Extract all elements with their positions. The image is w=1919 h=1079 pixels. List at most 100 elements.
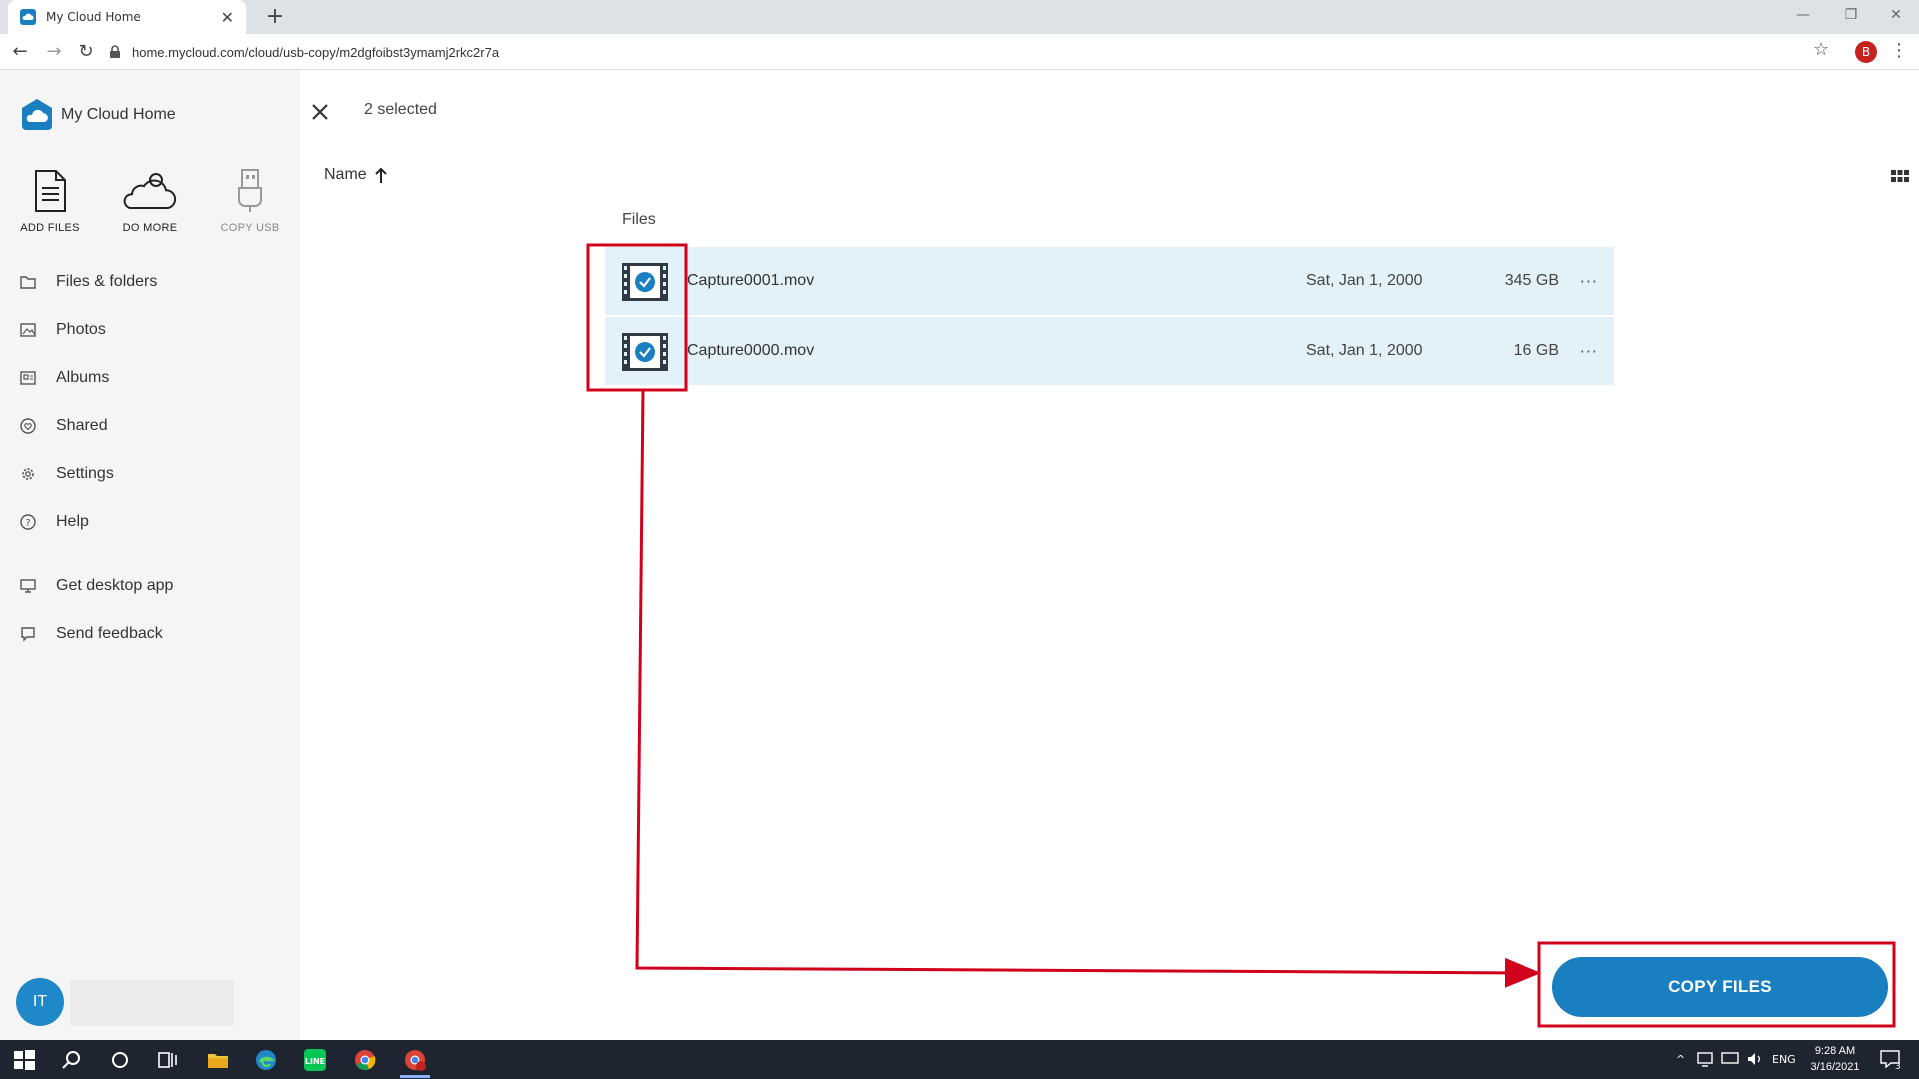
copy-usb-button[interactable]: COPY USB	[200, 168, 300, 234]
help-icon: ?	[20, 514, 36, 530]
close-selection-icon[interactable]	[306, 98, 334, 126]
sidebar-item-files-folders[interactable]: Files & folders	[20, 267, 157, 297]
files-heading: Files	[622, 211, 656, 228]
do-more-label: DO MORE	[122, 222, 178, 234]
shared-heart-icon	[20, 418, 36, 434]
more-options-icon[interactable]: ···	[1580, 342, 1598, 361]
line-app-icon[interactable]: LINE	[303, 1048, 327, 1072]
volume-icon[interactable]	[1745, 1049, 1765, 1069]
sidebar-item-label: Get desktop app	[56, 577, 174, 594]
file-size: 16 GB	[1513, 342, 1559, 359]
new-tab-icon[interactable]: +	[262, 4, 288, 30]
search-icon[interactable]	[60, 1048, 84, 1072]
album-icon	[20, 371, 36, 385]
video-file-selected-icon[interactable]	[622, 263, 668, 301]
arrow-up-icon	[374, 167, 387, 183]
reload-icon[interactable]: ↻	[74, 40, 98, 64]
task-view-icon[interactable]	[156, 1048, 180, 1072]
network-icon[interactable]	[1696, 1049, 1716, 1069]
sidebar-item-label: Photos	[56, 321, 106, 338]
file-explorer-icon[interactable]	[206, 1048, 230, 1072]
add-files-label: ADD FILES	[20, 222, 80, 234]
restore-icon[interactable]: ❐	[1828, 0, 1874, 30]
tray-chevron-icon[interactable]: ^	[1676, 1040, 1685, 1079]
minimize-icon[interactable]: —	[1780, 0, 1826, 30]
selected-count: 2 selected	[364, 101, 437, 118]
edge-browser-icon[interactable]	[254, 1048, 278, 1072]
mycloud-logo-icon	[22, 99, 52, 130]
usb-icon	[238, 169, 262, 212]
window-close-icon[interactable]: ✕	[1873, 0, 1919, 30]
bookmark-star-icon[interactable]: ☆	[1813, 39, 1829, 60]
feedback-icon	[21, 627, 35, 642]
sidebar-item-label: Help	[56, 513, 89, 530]
annotation-arrow	[635, 389, 1541, 988]
file-row[interactable]: Capture0000.mov Sat, Jan 1, 2000 16 GB ·…	[605, 317, 1614, 385]
copy-usb-label: COPY USB	[220, 222, 280, 234]
cortana-icon[interactable]	[108, 1048, 132, 1072]
document-icon	[35, 170, 66, 212]
sidebar-item-label: Shared	[56, 417, 108, 434]
svg-text:?: ?	[25, 518, 30, 529]
video-file-selected-icon[interactable]	[622, 333, 668, 371]
tab-close-icon[interactable]: ✕	[221, 8, 234, 27]
forward-icon[interactable]: →	[42, 40, 66, 64]
account-name-placeholder[interactable]	[70, 980, 234, 1026]
sidebar-item-label: Settings	[56, 465, 114, 482]
tab-title: My Cloud Home	[46, 10, 141, 24]
svg-text:LINE: LINE	[305, 1057, 325, 1066]
url-text: home.mycloud.com/cloud/usb-copy/m2dgfoib…	[132, 44, 500, 60]
add-files-button[interactable]: ADD FILES	[0, 168, 100, 234]
file-name: Capture0000.mov	[687, 342, 815, 359]
cloud-icon	[123, 173, 177, 209]
address-bar: ← → ↻ home.mycloud.com/cloud/usb-copy/m2…	[0, 34, 1919, 70]
file-date: Sat, Jan 1, 2000	[1306, 342, 1423, 359]
sort-by-name-button[interactable]: Name	[324, 166, 389, 184]
photo-icon	[20, 323, 36, 337]
browser-tab[interactable]: My Cloud Home ✕	[8, 0, 246, 34]
sidebar-item-feedback[interactable]: Send feedback	[20, 619, 163, 649]
sidebar: My Cloud Home ADD FILES DO MORE COPY USB	[0, 70, 300, 1040]
profile-avatar[interactable]: B	[1855, 41, 1877, 63]
windows-start-icon[interactable]	[12, 1048, 36, 1072]
clock-time: 9:28 AM	[1814, 1045, 1856, 1057]
chrome-profile-icon[interactable]	[403, 1048, 427, 1072]
mycloud-favicon-icon	[20, 9, 36, 25]
sort-label: Name	[324, 166, 367, 183]
folder-icon	[20, 276, 36, 289]
back-icon[interactable]: ←	[8, 40, 32, 64]
display-icon[interactable]	[1720, 1049, 1740, 1069]
brand-name: My Cloud Home	[61, 106, 176, 123]
more-options-icon[interactable]: ···	[1580, 272, 1598, 291]
sidebar-item-label: Send feedback	[56, 625, 163, 642]
file-name: Capture0001.mov	[687, 272, 815, 289]
url-field[interactable]: home.mycloud.com/cloud/usb-copy/m2dgfoib…	[108, 38, 1828, 66]
file-row[interactable]: Capture0001.mov Sat, Jan 1, 2000 345 GB …	[605, 247, 1614, 315]
windows-taskbar: LINE ^ ENG 9:28 AM 3/16/2021 3	[0, 1040, 1919, 1079]
chrome-icon[interactable]	[353, 1048, 377, 1072]
system-clock[interactable]: 9:28 AM 3/16/2021	[1800, 1043, 1870, 1075]
clock-date: 3/16/2021	[1810, 1061, 1860, 1073]
sidebar-item-photos[interactable]: Photos	[20, 315, 106, 345]
sidebar-item-desktop-app[interactable]: Get desktop app	[20, 571, 173, 601]
sidebar-item-label: Albums	[56, 369, 110, 386]
copy-files-button[interactable]: COPY FILES	[1552, 957, 1888, 1017]
grid-view-icon[interactable]	[1891, 168, 1909, 186]
do-more-button[interactable]: DO MORE	[100, 168, 200, 234]
brand[interactable]: My Cloud Home	[20, 98, 176, 132]
file-date: Sat, Jan 1, 2000	[1306, 272, 1423, 289]
sidebar-item-help[interactable]: ? Help	[20, 507, 89, 537]
sidebar-item-settings[interactable]: Settings	[20, 459, 114, 489]
browser-menu-icon[interactable]: ⋮	[1890, 40, 1908, 61]
user-avatar[interactable]: IT	[16, 978, 64, 1026]
gear-icon	[22, 468, 34, 480]
browser-tab-bar: My Cloud Home ✕ + — ❐ ✕	[0, 0, 1919, 34]
lock-icon	[110, 45, 120, 58]
language-indicator[interactable]: ENG	[1772, 1040, 1796, 1079]
sidebar-item-albums[interactable]: Albums	[20, 363, 109, 393]
notification-count: 3	[1895, 1062, 1901, 1072]
sidebar-item-label: Files & folders	[56, 273, 158, 290]
monitor-icon	[20, 579, 36, 593]
file-size: 345 GB	[1504, 272, 1559, 289]
sidebar-item-shared[interactable]: Shared	[20, 411, 108, 441]
